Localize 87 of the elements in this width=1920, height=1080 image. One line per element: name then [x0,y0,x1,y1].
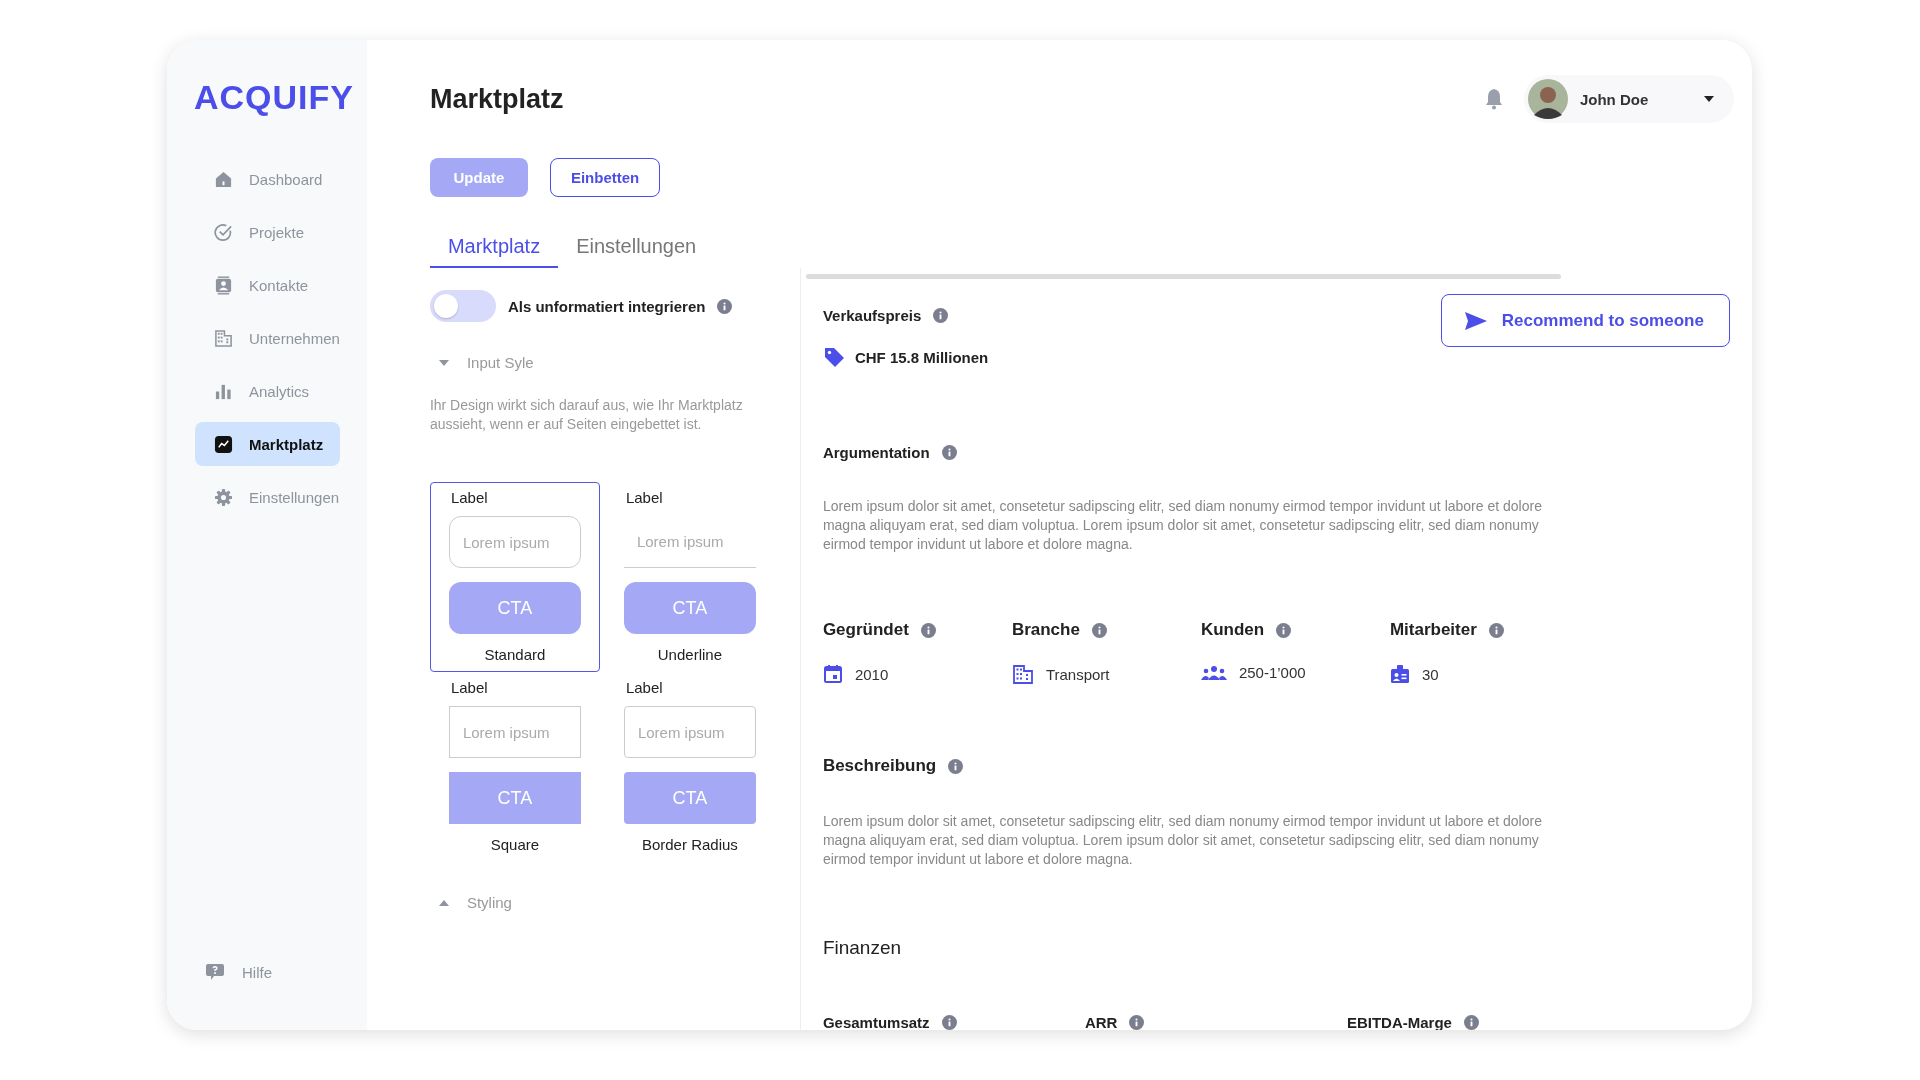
nav-item[interactable]: Marktplatz [195,422,340,466]
settings-icon [214,487,233,507]
style-option[interactable]: Label Lorem ipsum CTA Underline [604,482,775,672]
info-icon[interactable] [1488,622,1504,638]
fact-value: 250-1’000 [1238,664,1306,681]
field-label: Verkaufspreis [822,307,922,324]
info-icon[interactable] [1276,622,1292,638]
nav-item[interactable]: Analytics [195,369,340,413]
price-tag-icon [822,346,845,368]
style-name: Standard [484,646,546,663]
field-label: Label [625,679,663,696]
description-text: Lorem ipsum dolor sit amet, consetetur sadipscing elitr, sed diam nonumy eirmod tempor invidunt ut labore et dolore magna aliquyam erat, sed diam voluptua. Lorem ipsum dolor sit amet, consetetur sadipscing elitr, sed diam nonumy eirmod tempor invidunt ut labore et dolore magna. [822,812,1543,869]
style-name: Border Radius [641,836,738,853]
tab[interactable]: Marktplatz [429,235,559,268]
caret-icon [438,899,449,906]
nav-item[interactable]: Projekte [195,210,340,254]
info-icon[interactable] [1091,622,1107,638]
nav-item[interactable]: Kontakte [195,263,340,307]
style-option[interactable]: Label Lorem ipsum CTA Square [429,672,600,862]
calendar-icon [822,664,843,684]
style-option[interactable]: Label Lorem ipsum CTA Standard [429,482,600,672]
send-icon [1463,310,1488,331]
field-label: Label [450,489,488,506]
fact-label: Gegründet [822,620,909,640]
caret-icon [1703,96,1714,102]
fact-label: Mitarbeiter [1389,620,1477,640]
input-field[interactable]: Lorem ipsum [623,706,756,758]
line-chart-icon [214,434,233,454]
contact-card-icon [214,275,233,295]
bell-icon[interactable] [1483,88,1504,110]
toggle-switch[interactable] [429,290,496,322]
building-icon [1011,664,1034,684]
update-button[interactable]: Update [429,158,528,197]
id-badge-icon [1389,664,1410,684]
info-icon[interactable] [941,1015,957,1030]
metric-label: Gesamtumsatz [822,1014,930,1030]
tab[interactable]: Einstellungen [558,235,715,268]
group-icon [1200,664,1227,681]
info-icon[interactable] [933,308,949,323]
section-toggle[interactable]: Input Syle [429,354,534,371]
fact-value: 30 [1421,665,1439,683]
recommend-button[interactable]: Recommend to someone [1440,294,1730,347]
input-field[interactable]: Lorem ipsum [623,516,756,568]
input-field[interactable]: Lorem ipsum [448,516,581,568]
style-name: Square [490,836,540,853]
nav-item[interactable]: Einstellungen [195,475,340,519]
page-title: Marktplatz [429,83,564,115]
style-option[interactable]: Label Lorem ipsum CTA Border Radius [604,672,775,862]
fact-value: Transport [1045,665,1110,683]
home-icon [214,169,233,189]
cta-button[interactable]: CTA [623,772,756,824]
info-icon[interactable] [717,298,733,314]
help-chat-icon [205,962,225,982]
nav-item[interactable]: Dashboard [195,157,340,201]
fact-value: 2010 [854,665,889,683]
price-value: CHF 15.8 Millionen [854,348,989,366]
caret-icon [438,359,449,366]
input-field[interactable]: Lorem ipsum [448,706,581,758]
field-label: Label [450,679,488,696]
building-icon [214,328,233,348]
description-text: Ihr Design wirkt sich darauf aus, wie Ihr Marktplatz aussieht, wenn er auf Seiten eingebettet ist. [429,396,744,434]
metric-label: ARR [1084,1014,1118,1030]
nav-item[interactable]: Unternehmen [195,316,340,360]
info-icon[interactable] [941,445,957,460]
section-title: Finanzen [822,937,903,959]
cta-button[interactable]: CTA [623,582,756,634]
argumentation-text: Lorem ipsum dolor sit amet, consetetur sadipscing elitr, sed diam nonumy eirmod tempor invidunt ut labore et dolore magna aliquyam erat, sed diam voluptua. Lorem ipsum dolor sit amet, consetetur sadipscing elitr, sed diam nonumy eirmod tempor invidunt ut labore et dolore magna. [822,497,1543,554]
info-icon[interactable] [920,622,936,638]
section-title: Argumentation [822,444,930,461]
style-name: Underline [657,646,722,663]
cta-button[interactable]: CTA [448,582,581,634]
logo: ACQUIFY [193,78,354,117]
info-icon[interactable] [948,758,964,774]
section-toggle[interactable]: Styling [429,894,512,911]
user-menu[interactable]: John Doe [1523,75,1734,123]
avatar [1527,79,1568,119]
field-label: Label [625,489,663,506]
help-link[interactable]: Hilfe [205,962,272,982]
toggle-label: Als unformatiert integrieren [507,297,706,315]
fact-label: Kunden [1200,620,1265,640]
check-circle-icon [214,222,233,242]
info-icon[interactable] [1129,1015,1145,1030]
fact-label: Branche [1011,620,1080,640]
cta-button[interactable]: CTA [448,772,581,824]
info-icon[interactable] [1463,1015,1479,1030]
embed-button[interactable]: Einbetten [549,158,661,197]
section-title: Beschreibung [822,756,937,776]
